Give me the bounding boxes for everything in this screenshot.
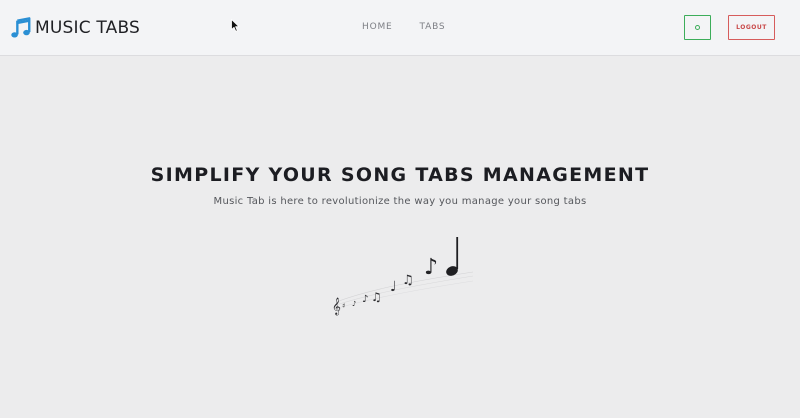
theme-toggle-button[interactable] — [684, 15, 711, 40]
main-nav: HOME TABS — [362, 20, 445, 34]
svg-text:♯: ♯ — [342, 302, 345, 310]
svg-text:♩: ♩ — [390, 279, 397, 295]
nav-link-home[interactable]: HOME — [362, 20, 393, 34]
hero-section: SIMPLIFY YOUR SONG TABS MANAGEMENT Music… — [0, 56, 800, 418]
logout-button[interactable]: LOGOUT — [728, 15, 775, 40]
flowing-music-notes-icon: 𝄞 ♯ ♪ ♪ ♫ ♩ ♫ ♪ — [332, 237, 474, 315]
svg-text:♪: ♪ — [424, 255, 438, 280]
nav-link-tabs[interactable]: TABS — [420, 20, 446, 34]
brand-logo-link[interactable]: MUSIC TABS — [10, 15, 140, 41]
svg-text:♫: ♫ — [371, 290, 382, 304]
brand-name: MUSIC TABS — [35, 18, 141, 38]
mouse-cursor-icon — [231, 19, 240, 32]
circle-icon — [695, 25, 700, 30]
top-navbar: MUSIC TABS HOME TABS LOGOUT — [0, 0, 800, 56]
svg-text:𝄞: 𝄞 — [332, 297, 341, 315]
svg-text:♪: ♪ — [362, 294, 368, 305]
hero-title: SIMPLIFY YOUR SONG TABS MANAGEMENT — [150, 164, 650, 186]
svg-text:♫: ♫ — [402, 273, 414, 288]
hero-subtitle: Music Tab is here to revolutionize the w… — [213, 196, 587, 207]
music-note-icon — [11, 17, 31, 38]
svg-text:♪: ♪ — [352, 300, 356, 308]
